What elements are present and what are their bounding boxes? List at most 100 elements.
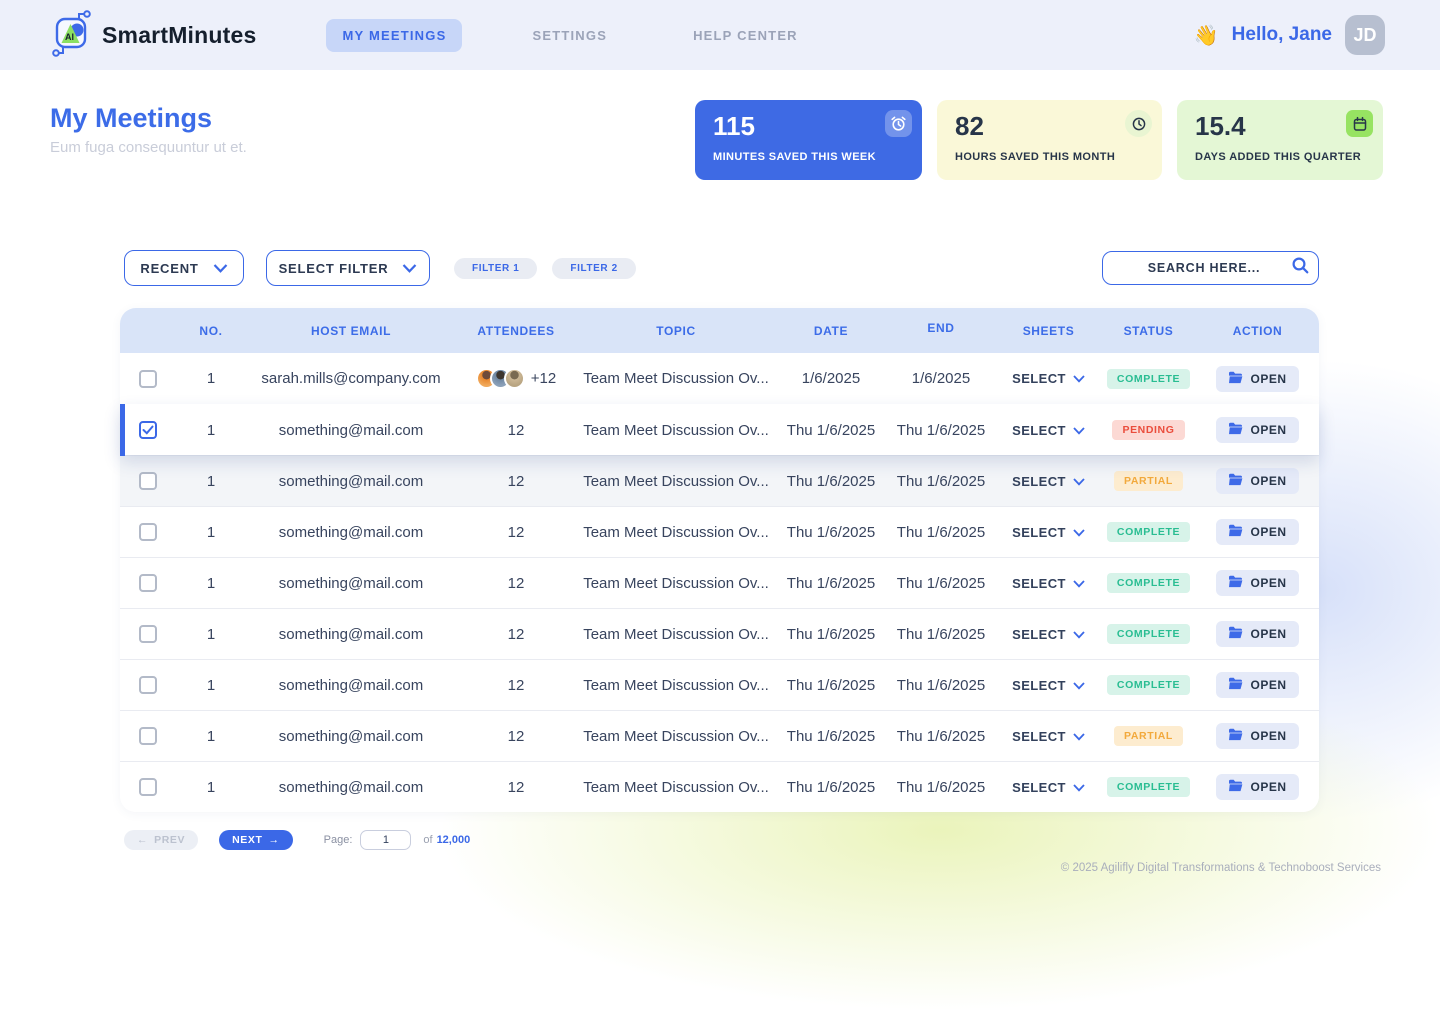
stat-card-hours: 82 HOURS SAVED THIS MONTH bbox=[937, 100, 1162, 180]
meeting-topic: Team Meet Discussion Ov... bbox=[583, 472, 769, 490]
filter-dropdown[interactable]: SELECT FILTER bbox=[266, 250, 430, 286]
row-checkbox[interactable] bbox=[139, 676, 157, 694]
column-header-action: ACTION bbox=[1232, 323, 1283, 338]
status-cell: COMPLETE bbox=[1101, 573, 1196, 593]
meeting-date: Thu 1/6/2025 bbox=[786, 727, 876, 745]
brand-logo[interactable]: AI SmartMinutes bbox=[48, 7, 256, 64]
sheets-select-dropdown[interactable]: SELECT bbox=[1012, 576, 1085, 591]
search-input[interactable] bbox=[1117, 261, 1291, 275]
sheets-select-dropdown[interactable]: SELECT bbox=[1012, 474, 1085, 489]
open-button-label: OPEN bbox=[1250, 678, 1287, 692]
meeting-topic: Team Meet Discussion Ov... bbox=[583, 421, 769, 439]
row-checkbox[interactable] bbox=[139, 523, 157, 541]
sheets-select-dropdown[interactable]: SELECT bbox=[1012, 729, 1085, 744]
row-checkbox-cell bbox=[120, 727, 176, 745]
nav-item-help-center[interactable]: HELP CENTER bbox=[677, 19, 814, 52]
sheets-select-dropdown[interactable]: SELECT bbox=[1012, 371, 1085, 386]
row-checkbox[interactable] bbox=[139, 778, 157, 796]
page-subtitle: Eum fuga consequuntur ut et. bbox=[50, 139, 247, 156]
sheets-select-dropdown[interactable]: SELECT bbox=[1012, 627, 1085, 642]
meeting-end-date: Thu 1/6/2025 bbox=[896, 421, 986, 439]
nav-item-settings[interactable]: SETTINGS bbox=[516, 19, 623, 52]
open-button[interactable]: OPEN bbox=[1216, 468, 1299, 494]
open-button[interactable]: OPEN bbox=[1216, 774, 1299, 800]
top-nav: AI SmartMinutes MY MEETINGS SETTINGS HEL… bbox=[0, 0, 1440, 70]
folder-icon bbox=[1228, 371, 1243, 387]
row-number: 1 bbox=[206, 574, 216, 592]
of-label: of bbox=[423, 834, 433, 846]
nav-item-my-meetings[interactable]: MY MEETINGS bbox=[326, 18, 463, 52]
open-button[interactable]: OPEN bbox=[1216, 723, 1299, 749]
row-checkbox[interactable] bbox=[139, 625, 157, 643]
sheets-select-label: SELECT bbox=[1012, 473, 1066, 489]
stat-card-minutes: 115 MINUTES SAVED THIS WEEK bbox=[695, 100, 922, 180]
table-row: 1 something@mail.com 12 Team Meet Discus… bbox=[120, 608, 1319, 659]
prev-button[interactable]: ← PREV bbox=[124, 830, 199, 850]
action-cell: OPEN bbox=[1196, 519, 1319, 545]
page-label: Page: bbox=[323, 834, 353, 846]
arrow-left-icon: ← bbox=[137, 834, 149, 846]
row-checkbox-cell bbox=[120, 369, 176, 388]
attendees-cell: 12 bbox=[456, 473, 576, 490]
row-checkbox[interactable] bbox=[139, 472, 157, 490]
stat-value: 115 bbox=[713, 111, 755, 141]
sheets-cell: SELECT bbox=[996, 780, 1101, 795]
clock-icon bbox=[1125, 110, 1152, 137]
meeting-topic: Team Meet Discussion Ov... bbox=[583, 370, 769, 387]
table-row: 1 something@mail.com 12 Team Meet Discus… bbox=[120, 506, 1319, 557]
row-checkbox-cell bbox=[120, 574, 176, 592]
table-row: 1 something@mail.com 12 Team Meet Discus… bbox=[120, 659, 1319, 710]
open-button[interactable]: OPEN bbox=[1216, 417, 1299, 443]
action-cell: OPEN bbox=[1196, 774, 1319, 800]
footer-copyright: © 2025 Agilifly Digital Transformations … bbox=[1060, 862, 1381, 874]
meeting-end-date: Thu 1/6/2025 bbox=[896, 523, 986, 541]
row-number: 1 bbox=[206, 625, 216, 643]
open-button[interactable]: OPEN bbox=[1216, 570, 1299, 596]
filter-dropdown-label: SELECT FILTER bbox=[278, 260, 389, 276]
row-checkbox[interactable] bbox=[139, 421, 157, 439]
host-email: something@mail.com bbox=[278, 421, 424, 439]
row-checkbox[interactable] bbox=[139, 369, 157, 388]
stat-value: 15.4 bbox=[1195, 111, 1246, 141]
table-row: 1 something@mail.com 12 Team Meet Discus… bbox=[120, 557, 1319, 608]
status-cell: COMPLETE bbox=[1101, 368, 1196, 389]
meeting-topic: Team Meet Discussion Ov... bbox=[583, 778, 769, 796]
open-button[interactable]: OPEN bbox=[1216, 519, 1299, 545]
chevron-down-icon bbox=[1073, 371, 1085, 386]
sheets-select-dropdown[interactable]: SELECT bbox=[1012, 678, 1085, 693]
search-icon[interactable] bbox=[1291, 256, 1310, 280]
open-button[interactable]: OPEN bbox=[1216, 621, 1299, 647]
folder-icon bbox=[1228, 473, 1243, 489]
ai-circuit-logo-icon: AI bbox=[48, 7, 94, 64]
row-checkbox-cell bbox=[120, 523, 176, 541]
filter-chip-1[interactable]: FILTER 1 bbox=[454, 257, 538, 279]
folder-icon bbox=[1228, 422, 1243, 438]
attendee-avatars bbox=[475, 368, 525, 389]
action-cell: OPEN bbox=[1196, 417, 1319, 443]
sort-dropdown[interactable]: RECENT bbox=[124, 250, 244, 286]
row-checkbox[interactable] bbox=[139, 574, 157, 592]
sheets-select-dropdown[interactable]: SELECT bbox=[1012, 423, 1085, 438]
chevron-down-icon bbox=[402, 261, 417, 276]
next-button[interactable]: NEXT → bbox=[219, 830, 293, 850]
row-checkbox[interactable] bbox=[139, 727, 157, 745]
open-button[interactable]: OPEN bbox=[1216, 365, 1299, 392]
sheets-cell: SELECT bbox=[996, 474, 1101, 489]
sheets-cell: SELECT bbox=[996, 729, 1101, 744]
status-badge: PARTIAL bbox=[1114, 726, 1183, 746]
row-number: 1 bbox=[206, 676, 216, 694]
sheets-cell: SELECT bbox=[996, 678, 1101, 693]
column-header-status: STATUS bbox=[1123, 323, 1174, 338]
sheets-cell: SELECT bbox=[996, 576, 1101, 591]
row-checkbox-cell bbox=[120, 625, 176, 643]
filter-chip-2[interactable]: FILTER 2 bbox=[552, 257, 636, 279]
meeting-topic: Team Meet Discussion Ov... bbox=[583, 523, 769, 541]
action-cell: OPEN bbox=[1196, 365, 1319, 392]
open-button[interactable]: OPEN bbox=[1216, 672, 1299, 698]
meeting-date: Thu 1/6/2025 bbox=[786, 625, 876, 643]
page-number-input[interactable] bbox=[360, 830, 412, 850]
sheets-select-dropdown[interactable]: SELECT bbox=[1012, 780, 1085, 795]
sheets-cell: SELECT bbox=[996, 627, 1101, 642]
user-avatar[interactable]: JD bbox=[1345, 15, 1385, 55]
sheets-select-dropdown[interactable]: SELECT bbox=[1012, 525, 1085, 540]
